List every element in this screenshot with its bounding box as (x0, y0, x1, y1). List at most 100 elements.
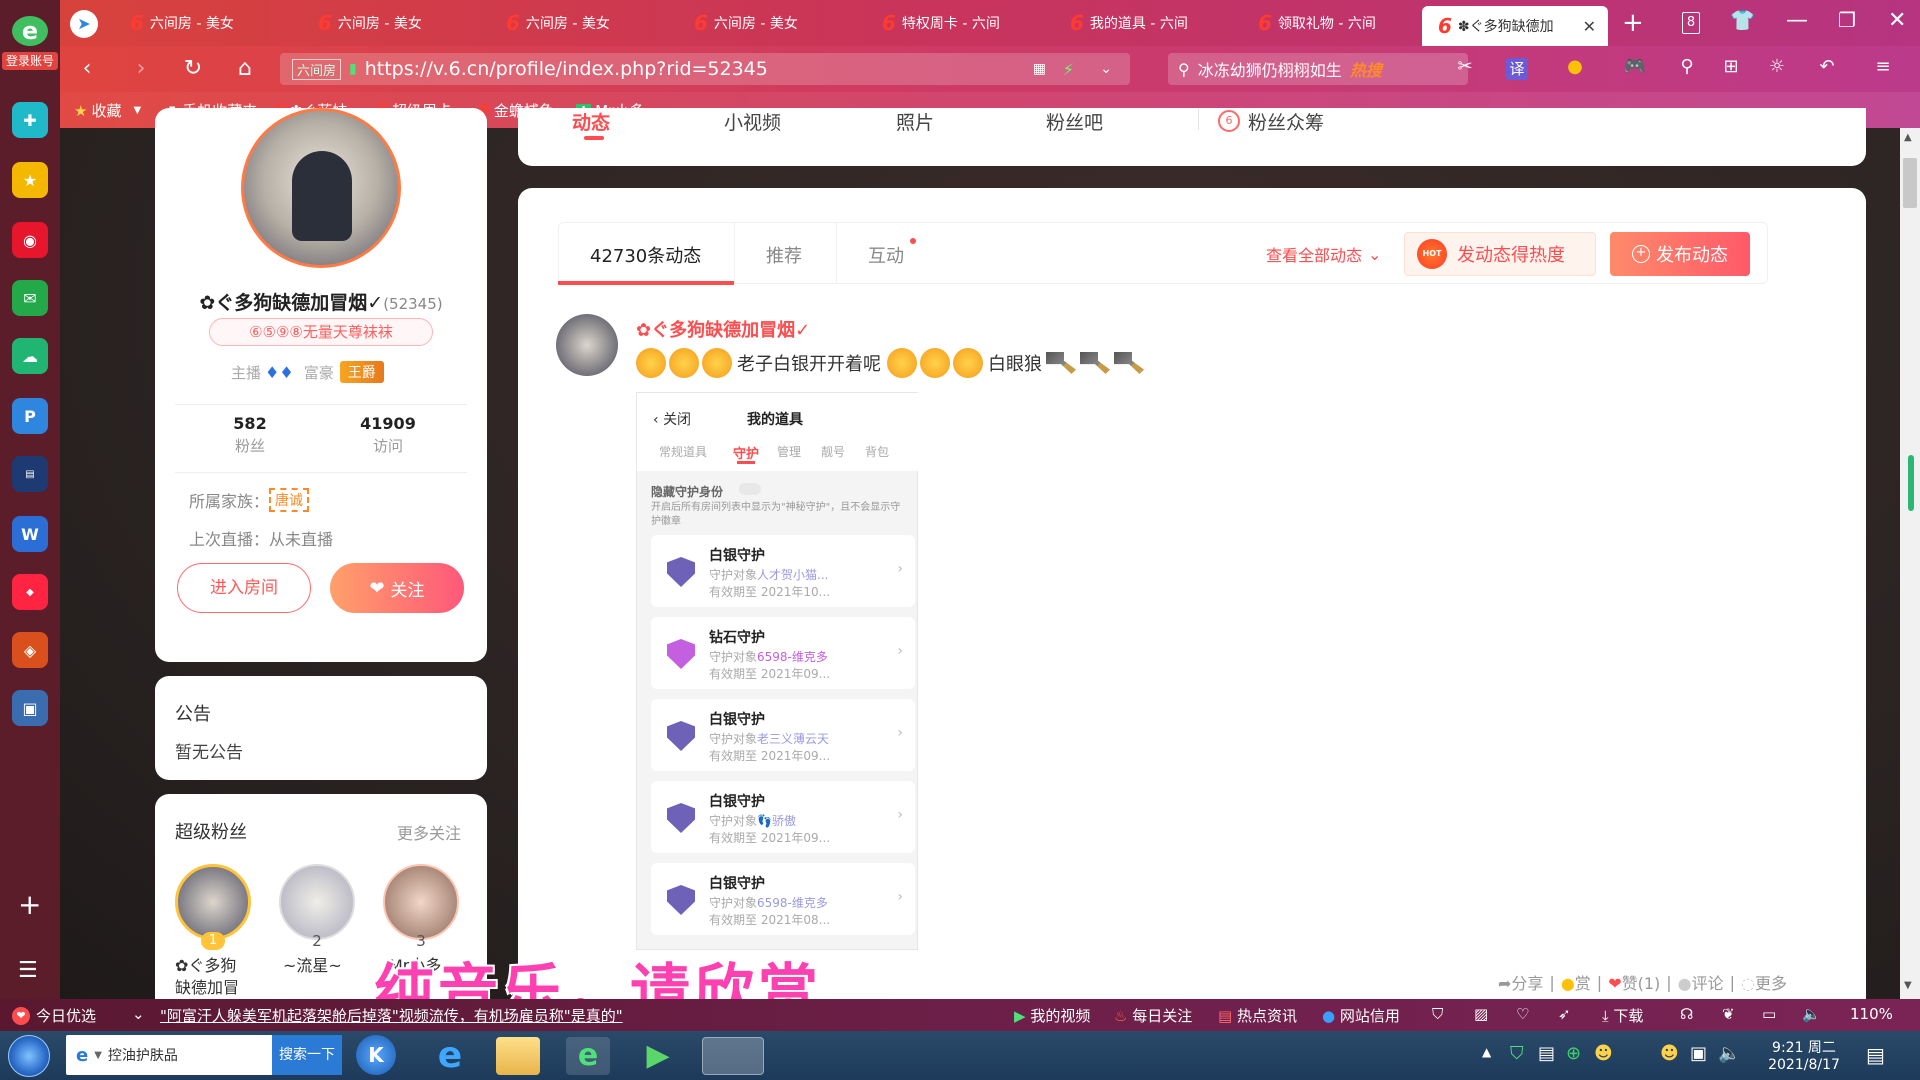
heartbeat-icon[interactable]: ♡ (1516, 1005, 1529, 1023)
refresh-icon[interactable]: ↻ (178, 56, 208, 81)
back-icon[interactable]: ‹ (72, 56, 102, 81)
magnifier-icon[interactable]: ⚲ (1672, 56, 1702, 77)
window-icon[interactable]: ▭ (1762, 1005, 1776, 1023)
fan-name-2[interactable]: ~流星~ (283, 952, 342, 976)
shield-status-icon[interactable]: ⛉ (1432, 1005, 1443, 1023)
image-icon[interactable]: ▨ (1474, 1005, 1488, 1023)
menu-icon[interactable]: ☰ (18, 958, 38, 983)
post-button[interactable]: + 发布动态 (1610, 232, 1750, 276)
tray-plus-icon[interactable]: ⊕ (1566, 1043, 1581, 1064)
rocket-icon[interactable]: ➶ (1558, 1005, 1571, 1023)
family-badge[interactable]: 唐诚 (269, 488, 310, 512)
more-menu-icon[interactable]: ≡ (1868, 56, 1898, 77)
player-icon[interactable]: ▶ (636, 1037, 680, 1075)
tray-volume-icon[interactable]: 🔈 (1718, 1043, 1740, 1064)
enter-room-button[interactable]: 进入房间 (177, 563, 311, 613)
tab-crowdfunding[interactable]: 粉丝众筹 (1248, 108, 1324, 135)
mail-icon[interactable]: ✉ (12, 280, 48, 316)
browser-logo-icon[interactable]: e (12, 16, 48, 46)
view-all-dropdown[interactable]: 查看全部动态 ⌄ (1266, 242, 1381, 266)
url-text[interactable]: https://v.6.cn/profile/index.php?rid=523… (365, 58, 768, 80)
tray-qq-icon[interactable]: ☻ (1594, 1043, 1613, 1064)
daily-follow[interactable]: ♨ 每日关注 (1114, 1005, 1192, 1026)
scroll-down-arrow[interactable]: ▼ (1904, 980, 1912, 991)
close-tab-icon[interactable]: ✕ (1583, 17, 1596, 36)
forward-icon[interactable]: › (126, 56, 156, 81)
grid-icon[interactable]: ⊞ (1716, 56, 1746, 77)
more-action[interactable]: ◌更多 (1741, 970, 1787, 994)
feed-tab-interact[interactable]: 互动 (868, 242, 904, 268)
hot-search-tag[interactable]: 热搜 (1350, 57, 1382, 81)
scissors-icon[interactable]: ✂ (1450, 56, 1480, 77)
minimize-icon[interactable]: — (1786, 8, 1808, 33)
tab-short-video[interactable]: 小视频 (724, 108, 781, 135)
bookmark-favorites[interactable]: ★ 收藏 ▼ (74, 100, 141, 121)
chevron-down-icon[interactable]: ⌄ (1100, 61, 1112, 77)
brightness-icon[interactable]: ☼ (1762, 56, 1792, 77)
tray-expand-icon[interactable]: ▲ (1482, 1045, 1491, 1059)
clock-date[interactable]: 2021/8/17 (1756, 1057, 1852, 1073)
headset-icon[interactable]: ☊ (1680, 1005, 1693, 1023)
tab-active[interactable]: 6 ✽ぐ多狗缺德加 ✕ (1422, 6, 1608, 46)
notification-icon[interactable]: ▤ (1866, 1043, 1885, 1067)
taskbar-search-button[interactable]: 搜索一下 (272, 1035, 342, 1075)
tab-3[interactable]: 6 六间房 - 美女 (490, 4, 672, 42)
address-bar[interactable]: 六间房 ▮ https://v.6.cn/profile/index.php?r… (280, 53, 1130, 85)
close-window-icon[interactable]: ✕ (1888, 8, 1906, 33)
bolt-icon[interactable]: ⚡ (1063, 60, 1074, 79)
zoom-level[interactable]: 110% (1850, 1005, 1893, 1023)
ie-icon[interactable]: e (428, 1037, 472, 1075)
restore-icon[interactable]: ❐ (1838, 8, 1856, 32)
avatar[interactable] (241, 108, 401, 268)
stat-fans[interactable]: 582 粉丝 (195, 414, 305, 456)
tab-photos[interactable]: 照片 (896, 108, 934, 135)
comment-action[interactable]: ●评论 (1678, 970, 1724, 994)
tab-2[interactable]: 6 六间房 - 美女 (302, 4, 484, 42)
tab-4[interactable]: 6 六间房 - 美女 (678, 4, 860, 42)
tab-1[interactable]: 6 六间房 - 美女 (114, 4, 296, 42)
cloud-icon[interactable]: ☁ (12, 338, 48, 374)
plus-app-icon[interactable]: ✚ (12, 102, 48, 138)
side-handle[interactable] (1908, 455, 1914, 511)
app-avatar-icon[interactable] (702, 1037, 764, 1075)
login-badge[interactable]: 登录账号 (2, 52, 58, 70)
gamepad-icon[interactable]: 🎮 (1620, 56, 1650, 77)
tray-security-icon[interactable]: ⛉ (1510, 1043, 1524, 1064)
browser-taskbar-icon[interactable]: e (566, 1037, 610, 1075)
feed-tab-recommend[interactable]: 推荐 (766, 242, 802, 268)
fan-avatar-3[interactable] (383, 864, 459, 940)
like-action[interactable]: ❤赞(1) (1608, 970, 1660, 994)
news-ticker[interactable]: "阿富汗人躲美军机起落架舱后掉落"视频流传，有机场雇员称"是真的" (160, 1005, 640, 1026)
doc-app-icon[interactable]: W (12, 516, 48, 552)
coin-icon[interactable]: ● (1560, 56, 1590, 77)
leaf-icon[interactable]: ❦ (1722, 1005, 1735, 1023)
scroll-thumb[interactable] (1903, 158, 1917, 208)
p-app-icon[interactable]: P (12, 398, 48, 434)
tray-network-icon[interactable]: ▣ (1690, 1043, 1707, 1064)
translate-icon[interactable]: 译 (1506, 58, 1528, 80)
weibo-icon[interactable]: ◉ (12, 222, 48, 258)
add-app-icon[interactable]: + (18, 888, 41, 921)
stat-visits[interactable]: 41909 访问 (333, 414, 443, 456)
tray-doc-icon[interactable]: ▤ (1538, 1043, 1555, 1064)
tray-qq2-icon[interactable]: ☻ (1660, 1043, 1679, 1064)
fan-name-1b[interactable]: 缺德加冒 (175, 974, 239, 998)
start-button[interactable] (8, 1035, 50, 1077)
news-app-icon[interactable]: ▤ (12, 456, 48, 492)
download-button[interactable]: ⤓ 下载 (1602, 1005, 1643, 1026)
search-text[interactable]: 冰冻幼狮仍栩栩如生 (1198, 57, 1342, 81)
tab-7[interactable]: 6 领取礼物 - 六间 (1242, 4, 1424, 42)
fan-name-1a[interactable]: ✿ぐ多狗 (175, 952, 236, 976)
site-credit[interactable]: ● 网站信用 (1322, 1005, 1400, 1026)
fan-avatar-1[interactable] (175, 864, 251, 940)
share-action[interactable]: ➦分享 (1498, 970, 1543, 994)
hot-news[interactable]: ▤ 热点资讯 (1218, 1005, 1297, 1026)
taskbar-search-box[interactable]: e ▼ 控油护肤品 (66, 1035, 272, 1075)
qr-icon[interactable]: ▦ (1033, 61, 1046, 77)
tab-fan-bar[interactable]: 粉丝吧 (1046, 108, 1103, 135)
folder-icon[interactable] (496, 1037, 540, 1075)
undo-icon[interactable]: ↶ (1812, 56, 1842, 77)
volume-icon[interactable]: 🔈 (1802, 1005, 1821, 1023)
redbook-icon[interactable]: ◆ (12, 574, 48, 610)
star-app-icon[interactable]: ★ (12, 162, 48, 198)
